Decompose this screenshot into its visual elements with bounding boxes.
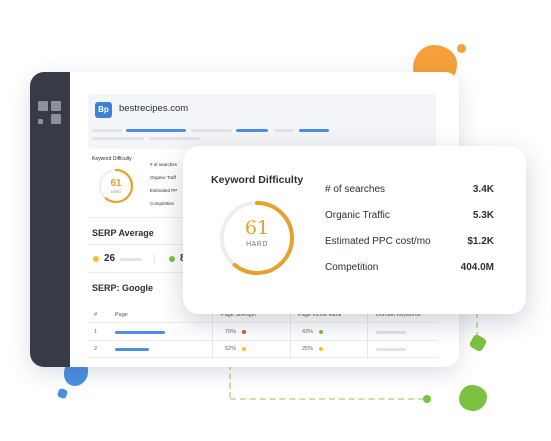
placeholder-bar [299,129,329,132]
placeholder-bar [126,129,186,132]
sidebar [30,72,70,367]
divider [88,357,438,358]
metric-value: 3.4K [472,184,494,195]
column-divider [367,309,368,359]
difficulty-score: 61 [244,217,270,239]
status-dot [169,256,175,262]
site-badge: Bp [95,102,112,118]
metric-label: Estimated PPC cost/mo [325,236,431,247]
divider [88,322,438,323]
mini-metric-label: Competition [150,201,175,206]
decorative-dashed-line [229,364,231,398]
mini-kd-title: Keyword Difficulty [92,156,132,162]
divider [88,340,438,341]
serp-average-title: SERP Average [92,228,154,238]
status-dot [242,347,246,351]
placeholder-bar [274,129,294,132]
status-dot [319,330,323,334]
decorative-green-shape [468,333,488,353]
page-link[interactable] [115,348,149,351]
placeholder-bar [120,258,142,261]
divider [154,254,155,264]
placeholder-bar [149,137,201,140]
metric-label: Organic Traffic [325,210,390,221]
mini-kd-score: 61 [110,178,122,189]
page-strength-value: 52% [225,346,237,352]
decorative-orange-dot [457,44,466,53]
domain-header: Bp bestrecipes.com [88,94,436,149]
metric-value: 5.3K [472,210,494,221]
status-dot [242,330,246,334]
keyword-difficulty-card: Keyword Difficulty 61 HARD # of searches… [183,146,526,314]
decorative-green-dot [423,395,431,403]
mini-kd-level: HARD [111,190,121,194]
app-logo-icon[interactable] [38,101,62,127]
page-link[interactable] [115,331,165,334]
inlink-rank-value: 43% [302,329,314,335]
column-header[interactable]: Page [115,312,128,318]
inlink-rank-value: 25% [302,346,314,352]
row-index: 2 [94,346,98,352]
placeholder-bar [191,129,232,132]
decorative-green-blob [459,385,487,411]
status-dot [93,256,99,262]
column-divider [212,309,213,359]
placeholder-bar [92,129,122,132]
mini-metric-label: # of searches [150,162,178,167]
mini-metric-label: Estimated PP [150,188,178,193]
column-divider [290,309,291,359]
placeholder-bar [236,129,268,132]
card-title: Keyword Difficulty [211,174,304,186]
metric-label: # of searches [325,184,386,195]
mini-metric-label: Organic Traff [150,175,176,180]
metric-label: Competition [325,262,379,273]
decorative-blue-dot [56,387,69,400]
placeholder-bar [376,331,406,334]
placeholder-bar [376,348,406,351]
column-header[interactable]: # [94,312,97,318]
metric-value: 404.0M [460,262,494,273]
domain-name[interactable]: bestrecipes.com [119,103,188,114]
serp-average-value: 26 [104,253,116,264]
decorative-dashed-line [230,398,424,400]
status-dot [319,347,323,351]
serp-google-title: SERP: Google [92,283,154,293]
row-index: 1 [94,329,98,335]
placeholder-bar [92,137,144,140]
metric-value: $1.2K [467,236,494,247]
page-strength-value: 70% [225,329,237,335]
difficulty-level: HARD [246,241,268,248]
